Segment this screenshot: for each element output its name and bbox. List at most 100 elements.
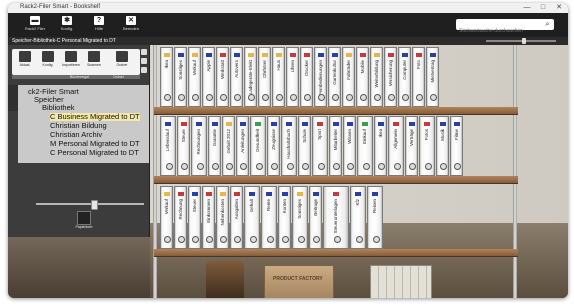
binder[interactable]: Reisen [367, 186, 383, 249]
binder[interactable]: Ikea [160, 47, 173, 107]
zoom-slider[interactable] [486, 38, 556, 44]
folder-label: Ordner [116, 63, 128, 67]
exit-button[interactable]: ✕ Beenden [118, 15, 144, 35]
close-window-button[interactable]: ✕ [552, 3, 566, 13]
minimize-button[interactable]: — [520, 3, 534, 13]
binder[interactable]: Mitarbeiter [329, 116, 342, 176]
tree-node-christian-archiv[interactable]: Christian Archiv [50, 131, 102, 139]
binder[interactable]: Rechnung [174, 186, 187, 249]
binder[interactable]: Garantie [208, 116, 221, 176]
help-button[interactable]: ? Hilfe [86, 15, 112, 35]
binder[interactable]: Kfz [350, 186, 366, 249]
binder[interactable]: Lebenslauf [160, 116, 176, 176]
binder[interactable]: Wissen [343, 116, 356, 176]
binder-ring [178, 236, 185, 243]
binder[interactable]: Computer [398, 47, 411, 107]
binder[interactable]: Sport [312, 116, 328, 176]
binder[interactable]: Foto [412, 47, 425, 107]
binder[interactable]: Filme [450, 116, 463, 176]
binder-ring [346, 94, 353, 101]
search-icon[interactable]: ⌕ [543, 20, 552, 29]
binder[interactable]: Verträge [405, 116, 418, 176]
panel-config-button[interactable]: Konfig. [39, 51, 57, 73]
binder-color-tab [289, 53, 296, 57]
binder[interactable]: Sonstiges [292, 186, 308, 249]
binder-label: Gartenkultur [331, 60, 337, 85]
binder-ring [424, 163, 432, 170]
size-slider-knob[interactable] [91, 200, 98, 210]
binder[interactable]: Weiterbildung [370, 47, 383, 107]
binder[interactable]: Gartenkultur [328, 47, 341, 107]
binder[interactable]: Steuer [188, 186, 201, 249]
lock-icon[interactable] [141, 49, 147, 55]
binder[interactable]: Steuer [177, 116, 190, 176]
binder[interactable]: Einkommen [202, 186, 215, 249]
tree-node-christian-bildung[interactable]: Christian Bildung [50, 122, 107, 130]
binder[interactable]: Beitrage [309, 186, 322, 249]
refresh-button[interactable]: Aktual. [16, 51, 34, 73]
panel-config-label: Konfig. [42, 63, 54, 67]
folder-button[interactable]: Ordner [113, 51, 131, 73]
folder-icon [116, 51, 128, 62]
rack2-filer-button[interactable]: ▬ Rack2 Filer [22, 15, 48, 35]
binder[interactable]: Steuerunterlagen [323, 186, 349, 249]
binder[interactable]: Allgemein [388, 116, 404, 176]
binder-label: Zeugnisse [270, 129, 276, 150]
binder-label: Steuerunterlagen [333, 199, 338, 234]
binder-label: Ohrhörer [261, 60, 267, 79]
binder[interactable]: Rente [261, 186, 277, 249]
zoom-slider-knob[interactable] [522, 38, 526, 44]
binder-color-tab [191, 53, 198, 57]
binder[interactable]: Rechnungen [191, 116, 207, 176]
binder[interactable]: Haus [272, 47, 285, 107]
binder[interactable]: Musik [436, 116, 449, 176]
grid-icon[interactable] [141, 67, 147, 73]
search-input[interactable] [456, 25, 546, 37]
scan-button[interactable]: Scannen [85, 51, 103, 73]
binder[interactable]: Autovers [230, 47, 243, 107]
binder[interactable]: Konten [278, 186, 291, 249]
binder[interactable]: Verkauf [160, 186, 173, 249]
binder[interactable]: Ausgaben [230, 186, 243, 249]
binder[interactable]: Gesundheit [250, 116, 266, 176]
binder[interactable]: Anleitungen [236, 116, 249, 176]
binder[interactable]: Uhren [286, 47, 299, 107]
binder-label: Foto [415, 60, 421, 70]
binder[interactable]: Ladegeräte-Elekt [244, 47, 257, 107]
tree-node-m-personal[interactable]: M Personal Migrated to DT [50, 140, 140, 148]
tree-node-c-personal[interactable]: C Personal Migrated to DT [50, 149, 139, 157]
config-button[interactable]: ✱ Konfig. [54, 15, 80, 35]
binder[interactable]: Haushaltsbuch [281, 116, 297, 176]
binder[interactable]: Mobile [356, 47, 369, 107]
binder[interactable]: Gehalt [244, 186, 260, 249]
binder[interactable]: Zeugnisse [267, 116, 280, 176]
tree-node-c-business[interactable]: C Business Migrated to DT [50, 113, 140, 121]
binder[interactable]: Mietvertrag [426, 47, 439, 107]
size-slider[interactable] [36, 200, 144, 210]
binder[interactable]: Gehalt 2012 [222, 116, 235, 176]
binder[interactable]: Apple [202, 47, 215, 107]
trash-button[interactable]: Papierkorb [75, 211, 93, 231]
list-icon[interactable] [141, 58, 147, 64]
maximize-button[interactable]: □ [536, 3, 550, 13]
binder[interactable]: Versicherung [384, 47, 397, 107]
rack-icon: ▬ [30, 16, 40, 25]
tree-node-library[interactable]: Bibliothek [42, 104, 75, 112]
binder[interactable]: Einkauf [357, 116, 373, 176]
binder[interactable]: Verkauf [188, 47, 201, 107]
binder-ring [181, 163, 188, 170]
binder[interactable]: Sonstiges [174, 47, 187, 107]
binder[interactable]: Werkstatt [216, 47, 229, 107]
import-button[interactable]: Importieren [62, 51, 80, 73]
binder[interactable]: Ikea [374, 116, 387, 176]
binder[interactable]: Ohrhörer [258, 47, 271, 107]
binder[interactable]: Fahrräder [342, 47, 355, 107]
tree-side-tab[interactable] [8, 85, 18, 111]
binder[interactable]: Drucker [300, 47, 313, 107]
binder[interactable]: Schule [298, 116, 311, 176]
binder[interactable]: Fotos [419, 116, 435, 176]
binder-label: Allgemein [393, 129, 398, 149]
binder[interactable]: Nebenkosten [216, 186, 229, 249]
side-icons [141, 49, 149, 89]
binder[interactable]: Fernbedienungen [314, 47, 327, 107]
